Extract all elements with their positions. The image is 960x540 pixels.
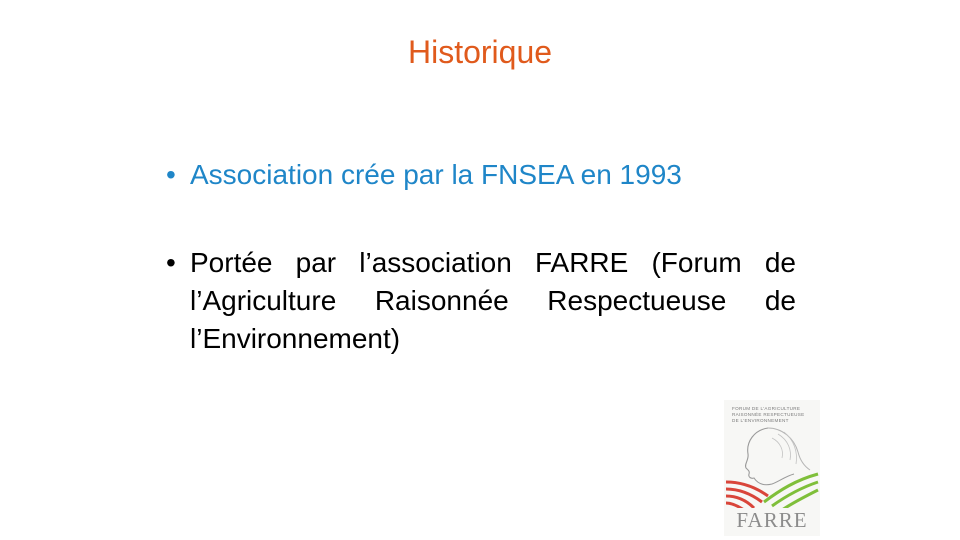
slide-title: Historique <box>407 34 553 70</box>
bullet-text: Association crée par la FNSEA en 1993 <box>190 159 682 190</box>
bullet-marker: • <box>166 247 176 278</box>
bullet-list: • Association crée par la FNSEA en 1993 … <box>160 156 796 358</box>
bullet-text: Portée par l’association FARRE (Forum de… <box>190 247 796 354</box>
slide: Historique • Association crée par la FNS… <box>0 0 960 540</box>
bullet-marker: • <box>166 159 176 190</box>
logo-caption: Forum de l’Agriculture Raisonnée Respect… <box>732 406 805 423</box>
logo-name: FARRE <box>736 508 808 532</box>
bullet-item-farre: • Portée par l’association FARRE (Forum … <box>160 244 796 358</box>
bullet-item-association: • Association crée par la FNSEA en 1993 <box>160 156 796 194</box>
farre-emblem-icon <box>725 427 819 508</box>
farre-logo: Forum de l’Agriculture Raisonnée Respect… <box>724 400 820 536</box>
